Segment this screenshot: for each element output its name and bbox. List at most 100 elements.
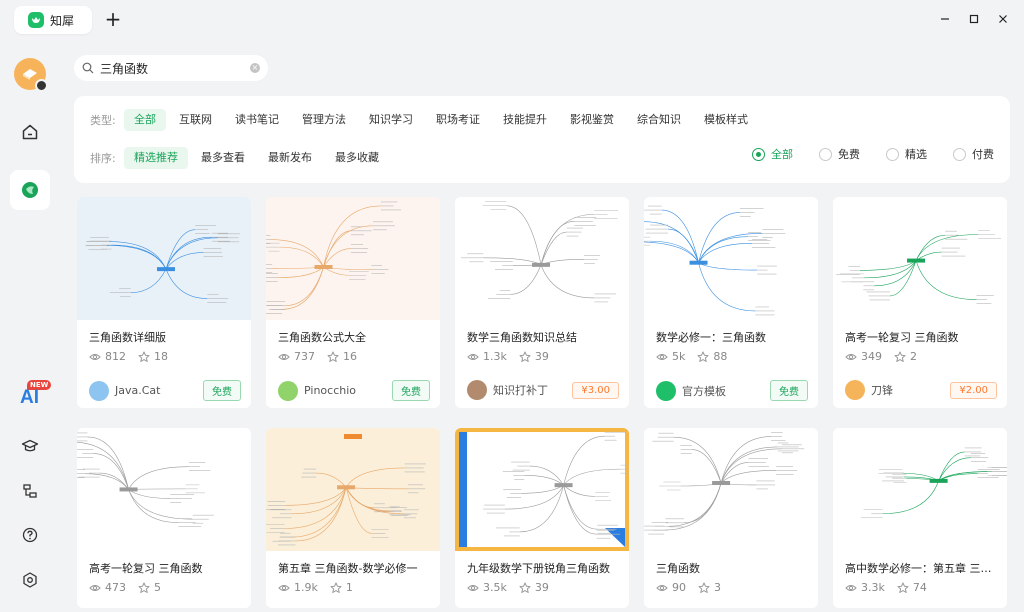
star-icon [519, 351, 531, 362]
card-thumbnail[interactable] [77, 428, 251, 551]
star-icon [519, 582, 531, 593]
eye-icon [467, 353, 479, 360]
eye-icon [845, 584, 857, 591]
close-icon[interactable] [996, 12, 1010, 26]
price-badge: 免费 [392, 380, 430, 401]
price-radio-featured[interactable]: 精选 [886, 146, 927, 162]
search-box[interactable]: × [74, 55, 268, 81]
card-stats: 5k 88 [656, 350, 739, 363]
app-tab[interactable]: 知犀 [14, 6, 92, 34]
maximize-icon[interactable] [967, 12, 981, 26]
user-avatar[interactable] [14, 58, 48, 92]
card-title[interactable]: 数学必修一：三角函数 [656, 329, 808, 345]
view-count-value: 3.5k [483, 581, 507, 594]
type-chip-templates[interactable]: 模板样式 [694, 109, 758, 131]
mindmap-preview [455, 428, 629, 551]
template-card[interactable]: 三角函数详细版 812 18 Java.Cat 免费 [77, 197, 251, 408]
star-count-value: 39 [534, 350, 549, 363]
app-logo-icon [28, 12, 44, 28]
type-chip-learning[interactable]: 知识学习 [359, 109, 423, 131]
template-card[interactable]: 数学必修一：三角函数 5k 88 官方模板 免费 [644, 197, 818, 408]
type-chip-skills[interactable]: 技能提升 [493, 109, 557, 131]
card-thumbnail[interactable] [455, 197, 629, 320]
type-chip-management[interactable]: 管理方法 [292, 109, 356, 131]
card-thumbnail[interactable] [266, 197, 440, 320]
eye-icon [656, 584, 668, 591]
card-thumbnail[interactable] [644, 197, 818, 320]
card-thumbnail[interactable] [455, 428, 629, 551]
template-card[interactable]: 三角函数 90 3 [644, 428, 818, 608]
author-name: 刀锋 [871, 384, 893, 397]
card-author[interactable]: Java.Cat 免费 [89, 380, 241, 401]
author-avatar [89, 380, 109, 401]
star-count-value: 74 [912, 581, 927, 594]
mindmap-preview [833, 197, 1007, 320]
minimize-icon[interactable] [938, 12, 952, 26]
card-author[interactable]: 官方模板 免费 [656, 380, 808, 401]
card-author[interactable]: 知识打补丁 ¥3.00 [467, 380, 619, 400]
price-radio-free[interactable]: 免费 [819, 146, 860, 162]
vip-badge-icon [35, 79, 48, 92]
sort-chip-newest[interactable]: 最新发布 [258, 147, 322, 169]
template-card[interactable]: 高中数学必修一：第五章 三角函数 3.3k 74 [833, 428, 1007, 608]
card-title[interactable]: 三角函数详细版 [89, 329, 241, 345]
card-thumbnail[interactable] [833, 428, 1007, 551]
author-avatar [845, 380, 865, 400]
tab-title: 知犀 [50, 13, 75, 28]
card-title[interactable]: 三角函数 [656, 560, 808, 576]
card-author[interactable]: Pinocchio 免费 [278, 380, 430, 401]
type-chip-film[interactable]: 影视鉴赏 [560, 109, 624, 131]
template-card[interactable]: 第五章 三角函数-数学必修一 1.9k 1 [266, 428, 440, 608]
template-card[interactable]: 三角函数公式大全 737 16 Pinocchio 免费 [266, 197, 440, 408]
help-icon[interactable] [12, 517, 48, 553]
card-title[interactable]: 高考一轮复习 三角函数 [89, 560, 241, 576]
template-card[interactable]: 高考一轮复习 三角函数 473 5 [77, 428, 251, 608]
star-count-value: 16 [343, 350, 357, 363]
card-author[interactable]: 刀锋 ¥2.00 [845, 380, 997, 400]
star-icon [138, 351, 150, 362]
card-title[interactable]: 三角函数公式大全 [278, 329, 430, 345]
sort-label: 排序: [90, 152, 116, 165]
view-count: 1.9k [278, 581, 318, 594]
card-title[interactable]: 高考一轮复习 三角函数 [845, 329, 997, 345]
author-avatar [278, 380, 298, 401]
clear-search-icon[interactable]: × [250, 63, 260, 73]
card-title[interactable]: 数学三角函数知识总结 [467, 329, 619, 345]
template-card[interactable]: 高考一轮复习 三角函数 349 2 刀锋 ¥2.00 [833, 197, 1007, 408]
template-community-icon[interactable] [10, 170, 50, 210]
type-chip-internet[interactable]: 互联网 [169, 109, 222, 131]
card-stats: 1.9k 1 [278, 581, 365, 594]
view-count: 3.5k [467, 581, 507, 594]
view-count-value: 737 [294, 350, 315, 363]
type-chip-all[interactable]: 全部 [124, 109, 166, 131]
star-icon [698, 582, 710, 593]
type-chip-general[interactable]: 综合知识 [627, 109, 691, 131]
structure-icon[interactable] [12, 473, 48, 509]
template-card[interactable]: 数学三角函数知识总结 1.3k 39 知识打补丁 ¥3.00 [455, 197, 629, 408]
home-icon[interactable] [12, 114, 48, 150]
card-title[interactable]: 高中数学必修一：第五章 三角函数 [845, 560, 997, 576]
card-title[interactable]: 第五章 三角函数-数学必修一 [278, 560, 430, 576]
type-chip-certification[interactable]: 职场考证 [426, 109, 490, 131]
search-input[interactable] [100, 61, 240, 75]
card-stats: 3.3k 74 [845, 581, 939, 594]
price-radio-all[interactable]: 全部 [752, 146, 793, 162]
sort-chip-most-viewed[interactable]: 最多查看 [191, 147, 255, 169]
card-thumbnail[interactable] [833, 197, 1007, 320]
card-thumbnail[interactable] [77, 197, 251, 320]
card-stats: 812 18 [89, 350, 180, 363]
card-thumbnail[interactable] [644, 428, 818, 551]
settings-icon[interactable] [12, 562, 48, 598]
ai-button[interactable]: NEW AI [14, 380, 54, 410]
template-card[interactable]: 九年级数学下册锐角三角函数 3.5k 39 [455, 428, 629, 608]
view-count-value: 473 [105, 581, 126, 594]
new-tab-button[interactable]: + [104, 9, 122, 29]
type-chip-reading-notes[interactable]: 读书笔记 [225, 109, 289, 131]
graduation-cap-icon[interactable] [12, 428, 48, 464]
price-radio-paid[interactable]: 付费 [953, 146, 994, 162]
sort-chip-recommended[interactable]: 精选推荐 [124, 147, 188, 169]
star-count: 39 [519, 350, 549, 363]
card-title[interactable]: 九年级数学下册锐角三角函数 [467, 560, 619, 576]
sort-chip-most-starred[interactable]: 最多收藏 [325, 147, 389, 169]
card-thumbnail[interactable] [266, 428, 440, 551]
